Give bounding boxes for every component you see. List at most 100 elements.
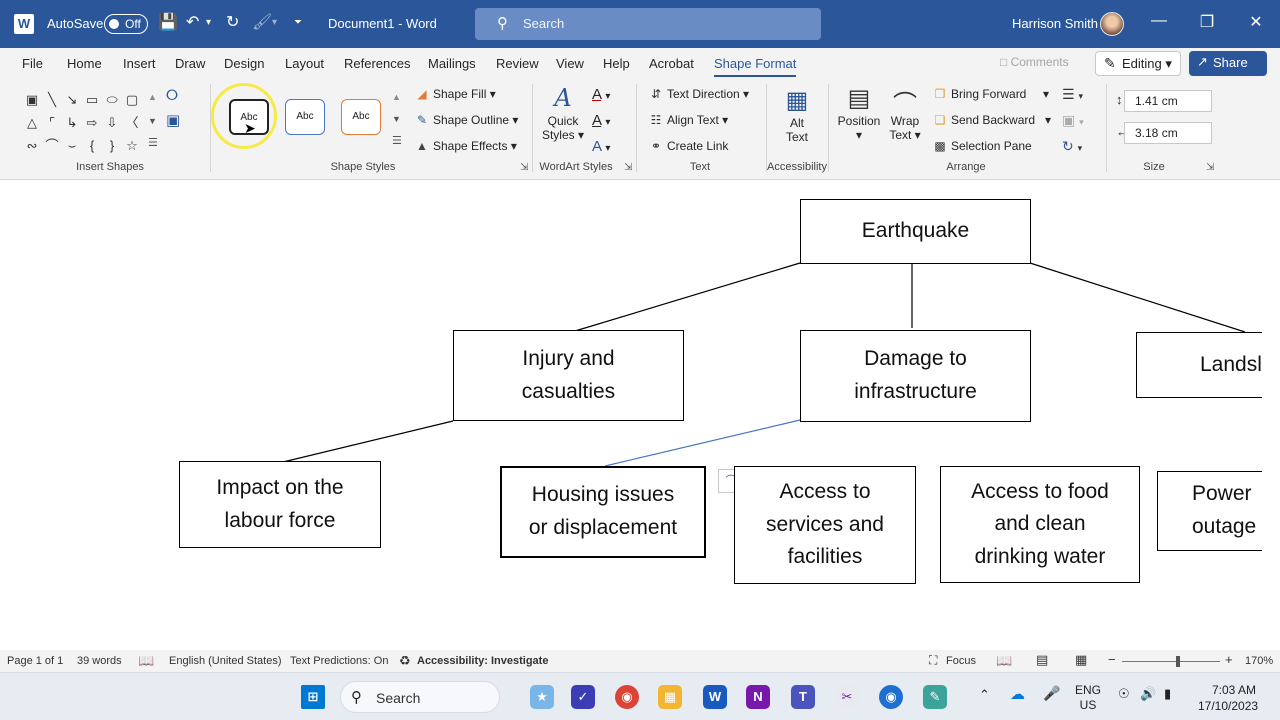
file-explorer-icon[interactable]: ▦ [658, 685, 682, 709]
tab-acrobat[interactable]: Acrobat [649, 56, 694, 71]
tab-mailings[interactable]: Mailings [428, 56, 476, 71]
left-brace-icon[interactable]: { [82, 136, 102, 156]
gallery-more-icon[interactable]: ☰ [148, 136, 158, 149]
arc-icon[interactable]: ⌒ [42, 136, 62, 156]
document-canvas[interactable]: Earthquake Injury and casualties Damage … [0, 181, 1280, 633]
node-access-services[interactable]: Access to services and facilities [734, 466, 916, 584]
volume-icon[interactable]: 🔊 [1140, 686, 1156, 702]
focus-mode[interactable]: Focus [946, 655, 976, 667]
paint-icon[interactable]: ✎ [923, 685, 947, 709]
quick-styles-button[interactable]: A Quick Styles ▾ [540, 84, 586, 142]
snipping-tool-icon[interactable]: ✂ [835, 685, 859, 709]
language[interactable]: English (United States) [169, 655, 282, 667]
text-fill-button[interactable]: A ▾ [592, 86, 610, 103]
user-name[interactable]: Harrison Smith [1012, 16, 1098, 31]
word-taskbar-icon[interactable]: W [703, 685, 727, 709]
proofing-icon[interactable]: 📖 [138, 653, 154, 669]
right-brace-icon[interactable]: } [102, 136, 122, 156]
node-labour-force[interactable]: Impact on the labour force [179, 461, 381, 548]
line-icon[interactable]: ╲ [42, 90, 62, 110]
styles-more-icon[interactable]: ☰ [392, 134, 402, 147]
print-layout-icon[interactable]: ▤ [1036, 652, 1048, 668]
zoom-slider-track[interactable] [1122, 661, 1220, 662]
editing-button[interactable]: ✎ Editing ▾ [1095, 51, 1181, 76]
web-layout-icon[interactable]: ▦ [1075, 652, 1087, 668]
tab-design[interactable]: Design [224, 56, 264, 71]
shape-fill-button[interactable]: ◢ Shape Fill ▾ [414, 87, 495, 101]
curve-icon[interactable]: ∾ [22, 136, 42, 156]
shape-width-field[interactable]: 3.18 cm [1124, 122, 1212, 144]
rotate-icon[interactable]: ↻ ▾ [1062, 138, 1082, 155]
teams-icon[interactable]: T [791, 685, 815, 709]
autosave-toggle[interactable]: Off [104, 14, 148, 34]
taskbar-search[interactable]: ⚲ Search [340, 681, 500, 713]
battery-icon[interactable]: ▮ [1164, 686, 1171, 702]
wifi-icon[interactable]: ☉ [1118, 686, 1130, 702]
show-hidden-icons[interactable]: ⌃ [979, 687, 990, 703]
elbow-arrow-icon[interactable]: ↳ [62, 113, 82, 133]
search-box[interactable]: ⚲ Search [475, 8, 821, 40]
share-button[interactable]: ↗ Share [1189, 51, 1267, 76]
close-icon[interactable]: ✕ [1241, 12, 1271, 32]
comments-button[interactable]: □ Comments [1000, 55, 1069, 69]
gallery-scroll-down-icon[interactable]: ▼ [148, 116, 157, 126]
app-icon[interactable]: ◉ [879, 685, 903, 709]
shape-style-blue[interactable]: Abc [285, 99, 325, 135]
shape-effects-button[interactable]: ▲ Shape Effects ▾ [414, 139, 517, 153]
rectangle-icon[interactable]: ▭ [82, 90, 102, 110]
zoom-out-icon[interactable]: − [1108, 652, 1116, 667]
draw-text-box-icon[interactable]: ▣ [166, 111, 180, 129]
undo-icon[interactable]: ↶ [186, 13, 199, 33]
tab-insert[interactable]: Insert [123, 56, 156, 71]
zoom-level[interactable]: 170% [1245, 655, 1273, 667]
shape-styles-launcher-icon[interactable]: ⇲ [520, 162, 528, 173]
bring-forward-button[interactable]: ❐ Bring Forward ▾ [932, 87, 1049, 101]
chrome-icon[interactable]: ◉ [615, 685, 639, 709]
shape-outline-button[interactable]: ✎ Shape Outline ▾ [414, 113, 518, 127]
redo-icon[interactable]: ↻ [226, 13, 239, 33]
tab-draw[interactable]: Draw [175, 56, 205, 71]
node-access-food-water[interactable]: Access to food and clean drinking water [940, 466, 1140, 583]
tab-shape-format[interactable]: Shape Format [714, 56, 797, 77]
format-painter-icon[interactable]: 🖌 [252, 13, 272, 33]
freeform-icon[interactable]: 〈 [122, 113, 142, 133]
selection-pane-button[interactable]: ▩ Selection Pane [932, 139, 1031, 153]
tab-home[interactable]: Home [67, 56, 102, 71]
elbow-connector-icon[interactable]: ⌜ [42, 113, 62, 133]
accessibility-status[interactable]: Accessibility: Investigate [417, 655, 548, 667]
right-arrow-icon[interactable]: ⇨ [82, 113, 102, 133]
page-count[interactable]: Page 1 of 1 [7, 655, 63, 667]
node-housing-displacement[interactable]: Housing issues or displacement [500, 466, 706, 558]
shapes-gallery[interactable]: ▣ ╲ ↘ ▭ ⬭ ▢ △ ⌜ ↳ ⇨ ⇩ 〈 ∾ ⌒ ⌣ { } ☆ [22, 90, 152, 156]
arrow-line-icon[interactable]: ↘ [62, 90, 82, 110]
star-icon[interactable]: ☆ [122, 136, 142, 156]
rounded-rect-icon[interactable]: ▢ [122, 90, 142, 110]
tab-help[interactable]: Help [603, 56, 630, 71]
text-effects-button[interactable]: A ▾ [592, 138, 610, 155]
avatar[interactable] [1100, 12, 1124, 36]
task-app-icon[interactable]: ✓ [571, 685, 595, 709]
windows-start-icon[interactable]: ⊞ [301, 685, 325, 709]
onedrive-icon[interactable]: ☁ [1010, 685, 1025, 703]
text-predictions[interactable]: Text Predictions: On [290, 655, 388, 667]
group-icon[interactable]: ▣ ▾ [1062, 112, 1084, 129]
wordart-launcher-icon[interactable]: ⇲ [624, 162, 632, 173]
node-injury-casualties[interactable]: Injury and casualties [453, 330, 684, 421]
format-dropdown-icon[interactable]: ▾ [272, 13, 277, 33]
minimize-icon[interactable]: — [1144, 12, 1174, 30]
onenote-icon[interactable]: N [746, 685, 770, 709]
align-icon[interactable]: ☰ ▾ [1062, 86, 1083, 103]
search-highlight-icon[interactable]: ★ [530, 685, 554, 709]
node-landslide[interactable]: Landsl [1136, 332, 1280, 398]
create-link-button[interactable]: ⚭ Create Link [648, 139, 728, 153]
styles-scroll-down-icon[interactable]: ▼ [392, 114, 401, 124]
shape-height-field[interactable]: 1.41 cm [1124, 90, 1212, 112]
save-icon[interactable]: 💾 [158, 13, 178, 33]
text-box-icon[interactable]: ▣ [22, 90, 42, 110]
language-indicator[interactable]: ENG US [1075, 683, 1101, 713]
tab-file[interactable]: File [22, 56, 43, 71]
tab-review[interactable]: Review [496, 56, 539, 71]
size-launcher-icon[interactable]: ⇲ [1206, 162, 1214, 173]
gallery-scroll-up-icon[interactable]: ▲ [148, 92, 157, 102]
text-direction-button[interactable]: ⇵ Text Direction ▾ [648, 87, 749, 101]
